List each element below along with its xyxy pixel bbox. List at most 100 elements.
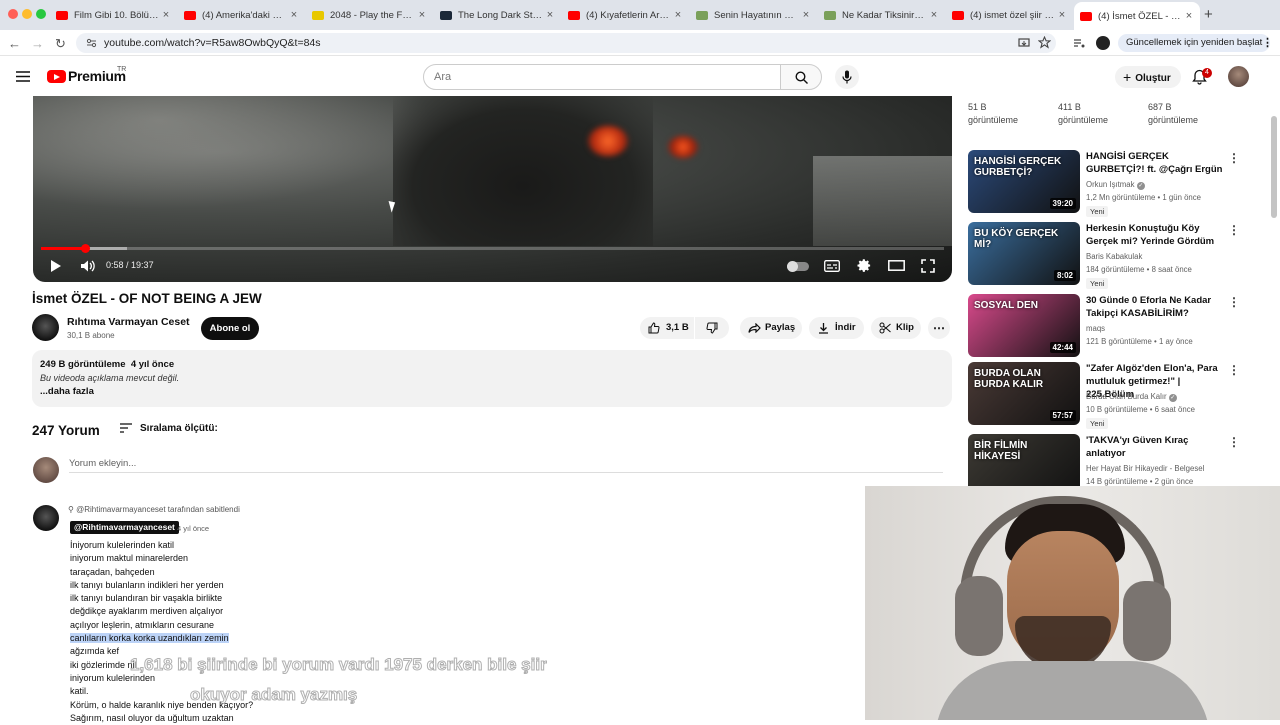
comment-author-avatar[interactable] bbox=[33, 505, 59, 531]
install-app-icon[interactable] bbox=[1018, 37, 1030, 49]
tab-close-icon[interactable]: × bbox=[1182, 10, 1196, 22]
add-comment-input[interactable]: Yorum ekleyin... bbox=[69, 458, 136, 469]
video-frame-building bbox=[813, 156, 952, 246]
volume-icon[interactable] bbox=[80, 259, 95, 273]
tab-close-icon[interactable]: × bbox=[543, 9, 557, 21]
description-box[interactable]: 249 B görüntüleme 4 yıl önce Bu videoda … bbox=[32, 350, 952, 407]
tab-close-icon[interactable]: × bbox=[415, 9, 429, 21]
verified-check-icon: ✓ bbox=[1168, 394, 1177, 402]
browser-tab[interactable]: (4) ismet özel şiir - Y × bbox=[946, 3, 1073, 27]
address-bar[interactable]: youtube.com/watch?v=R5aw8OwbQyQ&t=84s bbox=[76, 33, 1056, 53]
stat-count: 411 B bbox=[1058, 102, 1081, 112]
youtube-logo-icon[interactable] bbox=[47, 70, 66, 83]
recommended-meta: 184 görüntüleme • 8 saat önce bbox=[1086, 265, 1192, 274]
recommended-title[interactable]: Herkesin Konuştuğu Köy Gerçek mi? Yerind… bbox=[1086, 222, 1224, 248]
tab-close-icon[interactable]: × bbox=[159, 9, 173, 21]
reload-icon[interactable]: ↻ bbox=[55, 36, 66, 52]
current-time: 0:58 bbox=[106, 260, 124, 270]
update-restart-button[interactable]: Güncellemek için yeniden başlat bbox=[1118, 34, 1271, 52]
back-icon[interactable]: ← bbox=[8, 36, 21, 51]
clip-button[interactable]: Klip bbox=[871, 317, 921, 339]
more-options-icon[interactable]: ⋮ bbox=[1228, 223, 1240, 237]
recommended-channel[interactable]: maqs bbox=[1086, 322, 1105, 335]
new-badge: Yeni bbox=[1086, 206, 1109, 217]
browser-tab[interactable]: (4) Amerika'daki Her × bbox=[178, 3, 305, 27]
share-button[interactable]: Paylaş bbox=[740, 317, 802, 339]
video-thumbnail[interactable]: HANGİSİ GERÇEK GURBETÇİ? 39:20 bbox=[968, 150, 1080, 213]
search-input[interactable]: Ara bbox=[423, 64, 781, 90]
url-text: youtube.com/watch?v=R5aw8OwbQyQ&t=84s bbox=[104, 37, 321, 49]
progress-bar[interactable] bbox=[41, 244, 944, 253]
download-button[interactable]: İndir bbox=[809, 317, 864, 339]
current-user-avatar bbox=[33, 457, 59, 483]
recommended-title[interactable]: 30 Günde 0 Eforla Ne Kadar Takipçi KASAB… bbox=[1086, 294, 1224, 320]
video-player[interactable]: 0:58 / 19:37 bbox=[33, 96, 952, 282]
more-actions-button[interactable]: ⋯ bbox=[928, 317, 950, 339]
play-icon[interactable] bbox=[50, 259, 62, 273]
comment-author-handle[interactable]: @Rihtimavarmayanceset bbox=[70, 521, 179, 534]
search-button[interactable] bbox=[780, 64, 822, 90]
show-more-link[interactable]: ...daha fazla bbox=[40, 386, 94, 397]
subscribe-button[interactable]: Abone ol bbox=[201, 317, 259, 340]
tab-title: The Long Dark Steam bbox=[458, 9, 543, 21]
browser-tab[interactable]: The Long Dark Steam × bbox=[434, 3, 561, 27]
more-options-icon[interactable]: ⋮ bbox=[1228, 151, 1240, 165]
recommended-channel[interactable]: Her Hayat Bir Hikayedir - Belgesel bbox=[1086, 462, 1204, 475]
more-options-icon[interactable]: ⋮ bbox=[1228, 435, 1240, 449]
recommended-channel[interactable]: Burda Olan Burda Kalır ✓ bbox=[1086, 390, 1177, 403]
forward-icon[interactable]: → bbox=[31, 36, 44, 51]
sort-comments-button[interactable]: Sıralama ölçütü: bbox=[120, 423, 218, 434]
webcam-headphone-left bbox=[955, 576, 1003, 656]
browser-tab[interactable]: Ne Kadar Tiksinirsin? × bbox=[818, 3, 945, 27]
settings-gear-icon[interactable] bbox=[857, 258, 872, 273]
tab-close-icon[interactable]: × bbox=[1055, 9, 1069, 21]
video-thumbnail[interactable]: BU KÖY GERÇEK Mİ? 8:02 bbox=[968, 222, 1080, 285]
browser-menu-icon[interactable]: ⋮ bbox=[1262, 36, 1273, 49]
site-info-icon[interactable] bbox=[86, 38, 97, 48]
browser-tab[interactable]: Film Gibi 10. Bölüm - × bbox=[50, 3, 177, 27]
channel-name: Baris Kabakulak bbox=[1086, 252, 1143, 261]
recommended-title[interactable]: 'TAKVA'yı Güven Kıraç anlatıyor bbox=[1086, 434, 1224, 460]
browser-toolbar: ← → ↻ youtube.com/watch?v=R5aw8OwbQyQ&t=… bbox=[0, 30, 1280, 56]
video-thumbnail[interactable]: BURDA OLAN BURDA KALIR 57:57 bbox=[968, 362, 1080, 425]
voice-search-button[interactable] bbox=[835, 65, 859, 89]
channel-avatar[interactable] bbox=[32, 314, 59, 341]
bookmark-star-icon[interactable] bbox=[1038, 36, 1051, 49]
autoplay-toggle[interactable] bbox=[787, 261, 809, 272]
close-window-button[interactable] bbox=[8, 9, 18, 19]
browser-tab[interactable]: 2048 - Play the Free × bbox=[306, 3, 433, 27]
create-button[interactable]: + Oluştur bbox=[1115, 66, 1181, 88]
minimize-window-button[interactable] bbox=[22, 9, 32, 19]
new-tab-button[interactable]: + bbox=[1204, 6, 1213, 23]
more-options-icon[interactable]: ⋮ bbox=[1228, 363, 1240, 377]
recommended-meta: 10 B görüntüleme • 6 saat önce bbox=[1086, 405, 1195, 414]
theater-mode-icon[interactable] bbox=[888, 260, 905, 271]
hamburger-menu-icon[interactable] bbox=[16, 71, 30, 82]
comment-line-text: ilk tanıyı bulandıran bir vaşakla birlik… bbox=[70, 593, 223, 604]
recommended-channel[interactable]: Orkun Işıtmak ✓ bbox=[1086, 178, 1145, 191]
comment-time[interactable]: 4 yıl önce bbox=[177, 524, 209, 533]
browser-tab[interactable]: (4) İsmet ÖZEL - OF × bbox=[1074, 2, 1200, 30]
tab-close-icon[interactable]: × bbox=[799, 9, 813, 21]
tab-close-icon[interactable]: × bbox=[671, 9, 685, 21]
scrubber-handle[interactable] bbox=[81, 244, 91, 253]
like-button[interactable]: 3,1 B bbox=[640, 317, 694, 339]
media-control-icon[interactable] bbox=[1073, 37, 1085, 49]
browser-tab[interactable]: (4) Kıyafetlerin Arası × bbox=[562, 3, 689, 27]
zoom-window-button[interactable] bbox=[36, 9, 46, 19]
more-options-icon[interactable]: ⋮ bbox=[1228, 295, 1240, 309]
browser-tab[interactable]: Senin Hayatının En Z × bbox=[690, 3, 817, 27]
recommended-title[interactable]: HANGİSİ GERÇEK GURBETÇİ?! ft. @Çağrı Erg… bbox=[1086, 150, 1224, 176]
fullscreen-icon[interactable] bbox=[921, 259, 935, 273]
subtitles-icon[interactable] bbox=[824, 260, 840, 272]
dislike-button[interactable] bbox=[695, 317, 729, 339]
tab-close-icon[interactable]: × bbox=[927, 9, 941, 21]
tab-close-icon[interactable]: × bbox=[287, 9, 301, 21]
recommended-channel[interactable]: Baris Kabakulak bbox=[1086, 250, 1142, 263]
account-avatar[interactable] bbox=[1228, 66, 1249, 87]
video-thumbnail[interactable]: SOSYAL DEN 42:44 bbox=[968, 294, 1080, 357]
profile-avatar[interactable] bbox=[1096, 36, 1110, 50]
comment-line: ilk tanıyı bulanların indikleri her yerd… bbox=[70, 579, 253, 592]
channel-name[interactable]: Rıhtıma Varmayan Ceset bbox=[67, 316, 190, 328]
page-scrollbar[interactable] bbox=[1271, 116, 1277, 218]
